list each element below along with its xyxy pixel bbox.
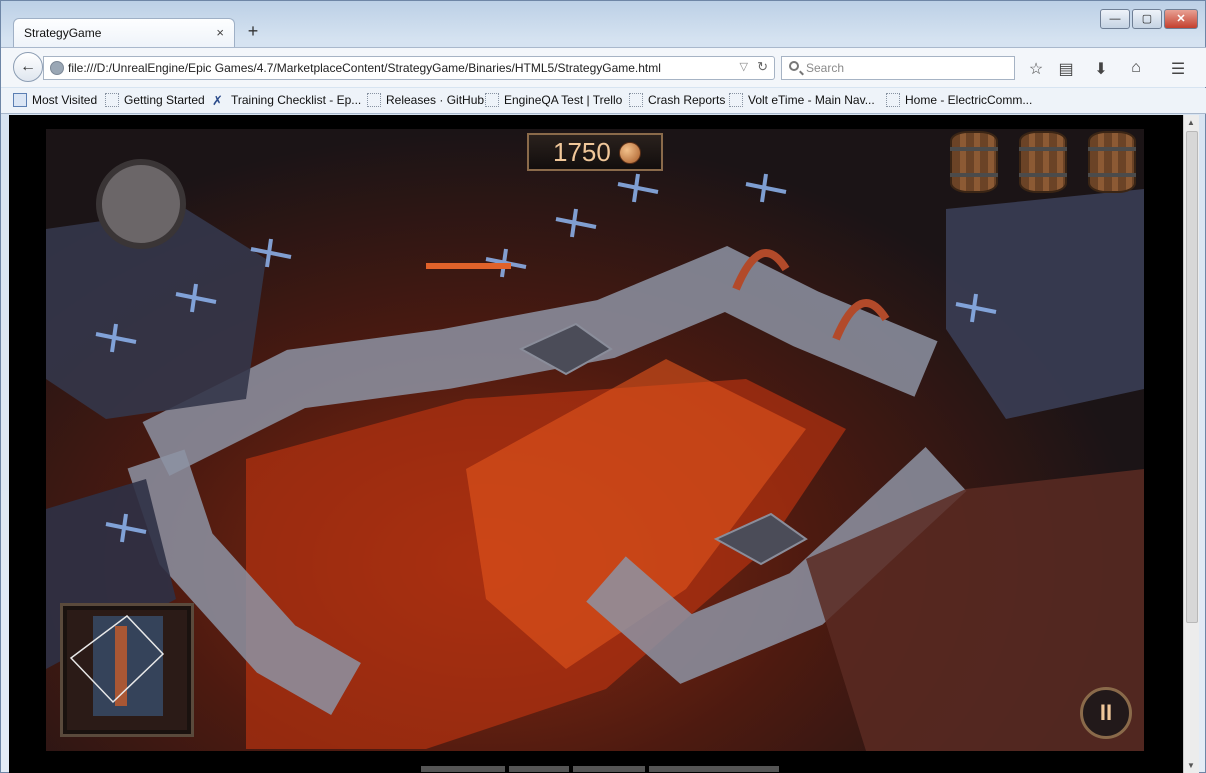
scroll-up-icon[interactable]: ▲ [1187, 118, 1195, 127]
bookmarks-bar: Most Visited Getting Started ✗ Training C… [1, 88, 1206, 114]
bookmark-engineqa-trello[interactable]: EngineQA Test | Trello [485, 93, 622, 107]
browser-window: StrategyGame × + — ▢ ✕ ← file:///D:/Unre… [0, 0, 1206, 773]
tab-strategygame[interactable]: StrategyGame × [13, 18, 235, 48]
tab-strip: StrategyGame × + — ▢ ✕ [1, 1, 1206, 48]
home-icon[interactable]: ⌂ [1125, 59, 1147, 77]
close-window-button[interactable]: ✕ [1164, 9, 1198, 29]
bookmark-getting-started[interactable]: Getting Started [105, 93, 205, 107]
menu-icon[interactable]: ☰ [1167, 59, 1189, 79]
gold-counter: 1750 [527, 133, 663, 171]
enemy-health-bar [426, 263, 511, 269]
minimize-button[interactable]: — [1100, 9, 1130, 29]
url-text: file:///D:/UnrealEngine/Epic Games/4.7/M… [68, 61, 661, 75]
back-button[interactable]: ← [13, 52, 43, 82]
barrel-icon[interactable] [1019, 131, 1067, 193]
reading-list-icon[interactable]: ▤ [1055, 59, 1077, 79]
page-content: 1750 II [9, 115, 1183, 773]
barrel-icon[interactable] [950, 131, 998, 193]
bottom-bars [421, 761, 783, 772]
new-tab-button[interactable]: + [244, 21, 262, 42]
tab-close-icon[interactable]: × [216, 25, 224, 40]
globe-icon [50, 61, 64, 75]
download-icon[interactable]: ⬇ [1090, 59, 1112, 79]
game-canvas[interactable]: 1750 II [46, 129, 1144, 751]
barrel-icon[interactable] [1088, 131, 1136, 193]
gold-value: 1750 [553, 137, 611, 167]
search-icon [789, 61, 799, 71]
skull-statue [96, 159, 186, 249]
coin-icon [619, 142, 641, 164]
vertical-scrollbar[interactable]: ▲ ▼ [1183, 115, 1199, 773]
bookmark-home-electriccomm[interactable]: Home - ElectricComm... [886, 93, 1032, 107]
url-dropdown-icon[interactable]: ▽ [740, 60, 748, 73]
bookmark-training-checklist[interactable]: ✗ Training Checklist - Ep... [212, 93, 361, 108]
game-scene [46, 159, 1144, 751]
minimap[interactable] [60, 603, 194, 737]
minimap-view [69, 614, 165, 716]
navigation-bar: ← file:///D:/UnrealEngine/Epic Games/4.7… [1, 47, 1206, 87]
bookmark-releases-github[interactable]: Releases · GitHub [367, 93, 484, 107]
search-placeholder: Search [806, 61, 845, 75]
scroll-down-icon[interactable]: ▼ [1187, 761, 1195, 770]
tab-title: StrategyGame [24, 26, 102, 40]
bookmark-volt-etime[interactable]: Volt eTime - Main Nav... [729, 93, 875, 107]
search-input[interactable]: Search [781, 56, 1015, 80]
bookmark-most-visited[interactable]: Most Visited [13, 93, 97, 107]
address-bar[interactable]: file:///D:/UnrealEngine/Epic Games/4.7/M… [43, 56, 775, 80]
bookmark-crash-reports[interactable]: Crash Reports [629, 93, 725, 107]
scroll-thumb[interactable] [1186, 131, 1198, 623]
maximize-button[interactable]: ▢ [1132, 9, 1162, 29]
reload-icon[interactable]: ↻ [757, 59, 768, 75]
star-icon[interactable]: ☆ [1025, 59, 1047, 79]
pause-button[interactable]: II [1080, 687, 1132, 739]
